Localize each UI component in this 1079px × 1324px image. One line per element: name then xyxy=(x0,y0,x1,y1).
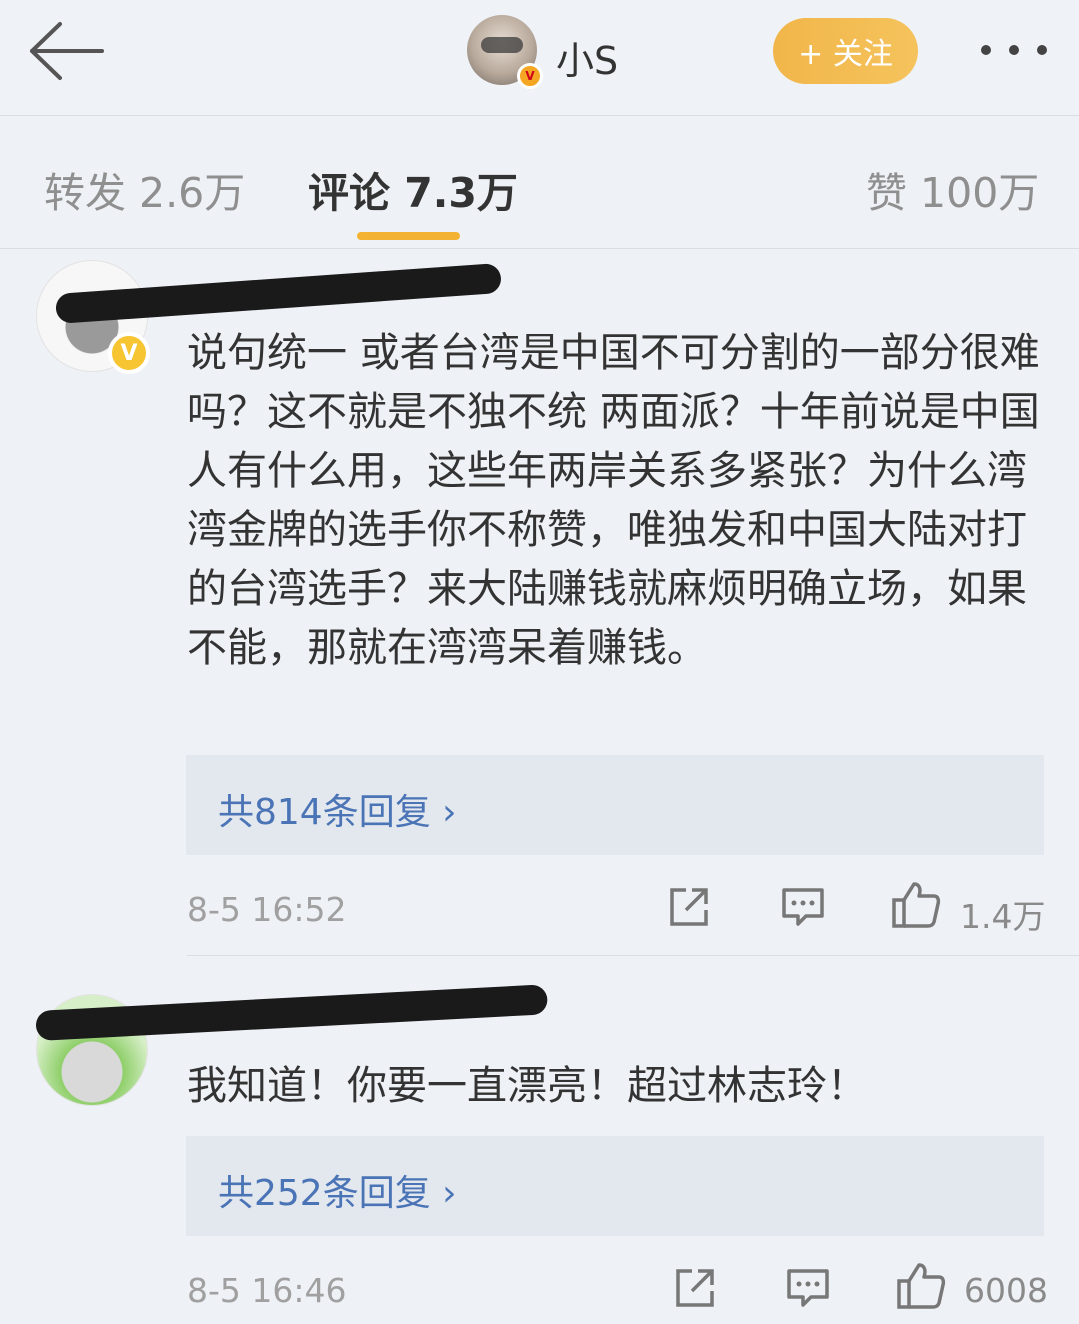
comment-item: V 说句统一 或者台湾是中国不可分割的一部分很难吗？这不就是不独不统 两面派？十… xyxy=(0,250,1079,956)
reply-button[interactable] xyxy=(785,1267,831,1315)
comment-item: 我知道！你要一直漂亮！超过林志玲！ 共252条回复 › 8-5 16:46 60… xyxy=(0,957,1079,1324)
verified-badge: V xyxy=(108,332,150,374)
repost-button[interactable] xyxy=(666,884,712,934)
top-bar: V 小S + 关注 xyxy=(0,0,1079,116)
like-button[interactable] xyxy=(890,880,942,934)
replies-label: 共252条回复 xyxy=(218,1173,431,1214)
back-button[interactable] xyxy=(26,20,106,82)
follow-button[interactable]: + 关注 xyxy=(773,18,918,84)
replies-box[interactable]: 共252条回复 › xyxy=(186,1136,1044,1236)
reply-button[interactable] xyxy=(780,886,826,934)
verified-badge-label: V xyxy=(525,69,535,83)
thumbs-up-icon xyxy=(897,1263,946,1309)
replies-link[interactable]: 共252条回复 › xyxy=(218,1164,457,1216)
profile-username[interactable]: 小S xyxy=(556,30,618,85)
profile-avatar[interactable]: V xyxy=(467,15,543,89)
redacted-username xyxy=(35,984,549,1041)
repost-button[interactable] xyxy=(672,1265,718,1315)
replies-box[interactable]: 共814条回复 › xyxy=(186,755,1044,855)
comment-text: 说句统一 或者台湾是中国不可分割的一部分很难吗？这不就是不独不统 两面派？十年前… xyxy=(187,330,1040,671)
like-count: 6008 xyxy=(964,1271,1048,1310)
more-dots-icon xyxy=(981,45,1047,55)
share-icon xyxy=(670,888,708,926)
comment-time: 8-5 16:46 xyxy=(187,1271,347,1310)
avatar-sunglasses xyxy=(481,37,523,53)
more-button[interactable] xyxy=(976,30,1056,70)
replies-link[interactable]: 共814条回复 › xyxy=(218,783,457,835)
like-count: 1.4万 xyxy=(960,897,1046,936)
like-button[interactable] xyxy=(895,1261,947,1315)
tab-comment[interactable]: 评论 7.3万 xyxy=(308,159,518,219)
verified-badge-label: V xyxy=(120,340,138,366)
tab-bar: 转发 2.6万 评论 7.3万 赞 100万 xyxy=(0,117,1079,249)
comment-text: 我知道！你要一直漂亮！超过林志玲！ xyxy=(187,1063,867,1109)
share-icon xyxy=(676,1269,714,1307)
comment-divider xyxy=(187,955,1079,956)
verified-badge: V xyxy=(517,63,543,89)
comment-icon xyxy=(782,888,824,926)
tab-like[interactable]: 赞 100万 xyxy=(866,159,1039,219)
chevron-right-icon: › xyxy=(442,1173,457,1214)
arrow-left-icon xyxy=(30,22,104,80)
comment-icon xyxy=(787,1269,829,1307)
active-tab-indicator xyxy=(357,232,460,240)
replies-label: 共814条回复 xyxy=(218,792,431,833)
chevron-right-icon: › xyxy=(442,792,457,833)
comment-time: 8-5 16:52 xyxy=(187,890,347,929)
thumbs-up-icon xyxy=(892,882,941,928)
weibo-comments-page: V 小S + 关注 转发 2.6万 评论 7.3万 赞 100万 V 说句统一 … xyxy=(0,0,1079,1324)
tab-repost[interactable]: 转发 2.6万 xyxy=(44,159,245,219)
